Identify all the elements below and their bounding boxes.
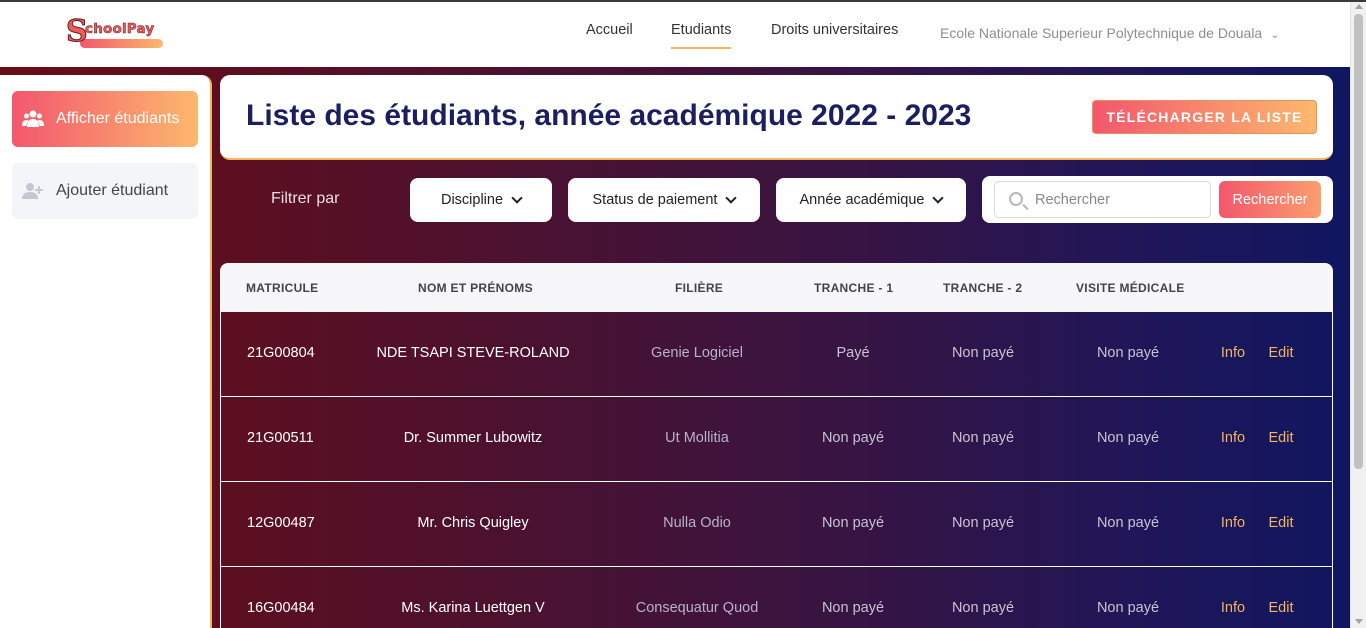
- info-link[interactable]: Info: [1221, 600, 1245, 616]
- dropdown-label: Status de paiement: [592, 192, 718, 208]
- logo-text: choolPay: [85, 21, 155, 38]
- cell-tranche-1: Non payé: [821, 515, 885, 531]
- dropdown-label: Discipline: [440, 192, 504, 208]
- page-title: Liste des étudiants, année académique 20…: [246, 99, 972, 132]
- search-box: Rechercher Rechercher: [982, 176, 1333, 223]
- info-link[interactable]: Info: [1221, 515, 1245, 531]
- cell-name: Ms. Karina Luettgen V: [401, 600, 545, 616]
- download-list-button[interactable]: TÉLÉCHARGER LA LISTE: [1092, 100, 1317, 134]
- cell-tranche-1: Payé: [836, 345, 870, 361]
- cell-filiere: Ut Mollitia: [665, 430, 729, 446]
- table-row: 21G00804 NDE TSAPI STEVE-ROLAND Genie Lo…: [220, 312, 1333, 397]
- info-link[interactable]: Info: [1221, 345, 1245, 361]
- school-selector[interactable]: Ecole Nationale Superieur Polytechnique …: [940, 25, 1279, 41]
- edit-link[interactable]: Edit: [1269, 345, 1294, 361]
- cell-matricule: 21G00511: [247, 430, 314, 446]
- column-header-nom[interactable]: NOM ET PRÉNOMS: [418, 281, 533, 295]
- dropdown-label: Année académique: [799, 192, 925, 208]
- cell-visite-medicale: Non payé: [1096, 515, 1160, 531]
- nav-droits-universitaires[interactable]: Droits universitaires: [771, 22, 898, 38]
- scroll-down-arrow-icon[interactable]: [1355, 619, 1363, 624]
- school-name: Ecole Nationale Superieur Polytechnique …: [940, 25, 1263, 41]
- discipline-dropdown[interactable]: Discipline: [410, 178, 552, 222]
- page-scrollbar[interactable]: [1350, 2, 1366, 628]
- search-placeholder: Rechercher: [1035, 191, 1110, 208]
- scrollbar-thumb[interactable]: [1354, 14, 1363, 469]
- cell-name: NDE TSAPI STEVE-ROLAND: [376, 345, 570, 361]
- edit-link[interactable]: Edit: [1269, 600, 1294, 616]
- search-input[interactable]: Rechercher: [994, 181, 1211, 218]
- cell-filiere: Nulla Odio: [663, 515, 731, 531]
- sidebar-item-label: Ajouter étudiant: [56, 182, 169, 199]
- column-header-tranche-2[interactable]: TRANCHE - 2: [943, 281, 1022, 295]
- table-header: MATRICULE NOM ET PRÉNOMS FILIÈRE TRANCHE…: [220, 263, 1333, 312]
- sidebar-item-label: Afficher étudiants: [56, 110, 180, 127]
- chevron-down-icon: [725, 192, 738, 204]
- logo-underline: [80, 39, 163, 48]
- payment-status-dropdown[interactable]: Status de paiement: [568, 178, 760, 222]
- cell-filiere: Consequatur Quod: [635, 600, 759, 616]
- search-icon: [1009, 192, 1023, 206]
- cell-tranche-2: Non payé: [951, 515, 1015, 531]
- column-header-visite-medicale[interactable]: VISITE MÉDICALE: [1076, 281, 1185, 295]
- edit-link[interactable]: Edit: [1269, 515, 1294, 531]
- cell-name: Dr. Summer Lubowitz: [403, 430, 543, 446]
- cell-visite-medicale: Non payé: [1096, 430, 1160, 446]
- nav-etudiants[interactable]: Etudiants: [671, 22, 732, 49]
- sidebar-item-ajouter-etudiant[interactable]: Ajouter étudiant: [12, 163, 198, 219]
- title-card: Liste des étudiants, année académique 20…: [220, 75, 1333, 160]
- cell-tranche-1: Non payé: [821, 600, 885, 616]
- cell-matricule: 16G00484: [247, 600, 315, 616]
- users-icon: [22, 108, 44, 130]
- search-button[interactable]: Rechercher: [1219, 181, 1321, 218]
- cell-tranche-2: Non payé: [951, 345, 1015, 361]
- top-navbar: S choolPay Accueil Etudiants Droits univ…: [0, 2, 1350, 67]
- edit-link[interactable]: Edit: [1269, 430, 1294, 446]
- table-row: 12G00487 Mr. Chris Quigley Nulla Odio No…: [220, 482, 1333, 567]
- schoolpay-logo[interactable]: S choolPay: [66, 14, 166, 54]
- cell-visite-medicale: Non payé: [1096, 345, 1160, 361]
- academic-year-dropdown[interactable]: Année académique: [776, 178, 966, 222]
- info-link[interactable]: Info: [1221, 430, 1245, 446]
- table-row: 21G00511 Dr. Summer Lubowitz Ut Mollitia…: [220, 397, 1333, 482]
- user-plus-icon: [22, 180, 44, 202]
- cell-tranche-1: Non payé: [821, 430, 885, 446]
- filter-label: Filtrer par: [271, 190, 340, 207]
- cell-matricule: 21G00804: [247, 345, 315, 361]
- chevron-down-icon: ⌄: [1270, 29, 1280, 41]
- cell-name: Mr. Chris Quigley: [417, 515, 529, 531]
- table-row: 16G00484 Ms. Karina Luettgen V Consequat…: [220, 567, 1333, 628]
- sidebar-item-afficher-etudiants[interactable]: Afficher étudiants: [12, 91, 198, 147]
- column-header-filiere[interactable]: FILIÈRE: [675, 281, 723, 295]
- chevron-down-icon: [932, 192, 945, 204]
- chevron-down-icon: [511, 192, 523, 204]
- cell-tranche-2: Non payé: [951, 600, 1015, 616]
- cell-matricule: 12G00487: [247, 515, 315, 531]
- sidebar: Afficher étudiants Ajouter étudiant: [0, 75, 212, 628]
- cell-tranche-2: Non payé: [951, 430, 1015, 446]
- column-header-tranche-1[interactable]: TRANCHE - 1: [814, 281, 893, 295]
- cell-visite-medicale: Non payé: [1096, 600, 1160, 616]
- column-header-matricule[interactable]: MATRICULE: [246, 281, 318, 295]
- scroll-up-arrow-icon[interactable]: [1355, 4, 1363, 9]
- cell-filiere: Genie Logiciel: [651, 345, 743, 361]
- nav-accueil[interactable]: Accueil: [586, 22, 633, 38]
